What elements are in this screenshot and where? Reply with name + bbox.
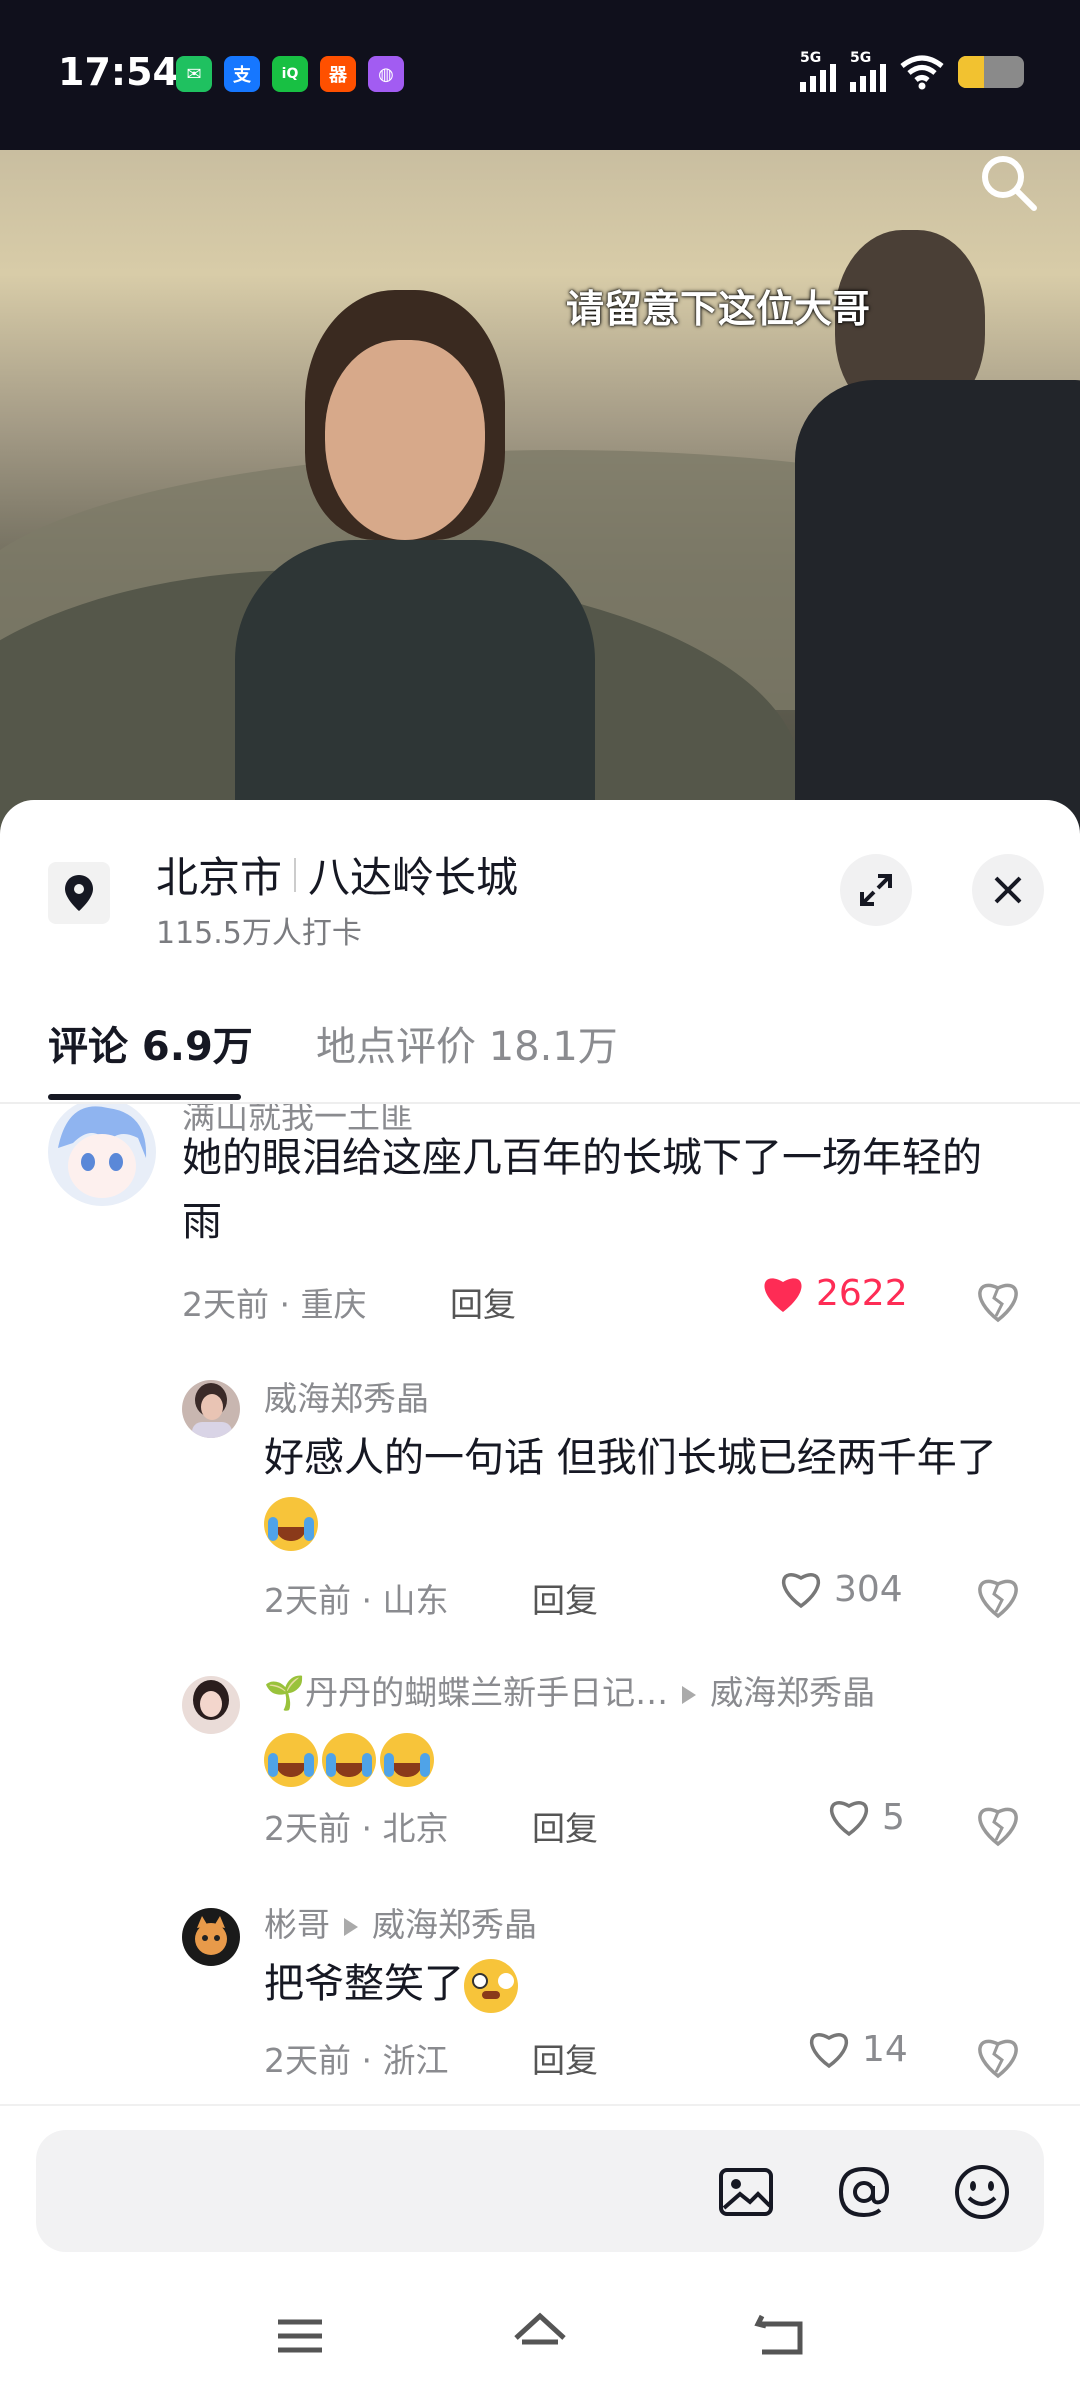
dislike-icon[interactable] <box>974 1572 1022 1620</box>
laugh-cry-emoji-icon <box>380 1733 434 1787</box>
comment-author-line: 🌱丹丹的蝴蝶兰新手日记… 威海郑秀晶 <box>264 1666 875 1714</box>
comment-author[interactable]: 威海郑秀晶 <box>264 1372 429 1420</box>
comment-author-line: 彬哥 威海郑秀晶 <box>264 1898 537 1946</box>
comment-meta: 2天前 · 山东 <box>264 1581 449 1620</box>
search-icon[interactable] <box>976 150 1040 214</box>
reply-arrow-icon <box>682 1685 697 1704</box>
comment-author[interactable]: 彬哥 <box>264 1905 330 1944</box>
person-figure <box>235 290 595 840</box>
comment-input-bar <box>0 2104 1080 2254</box>
comment-meta: 2天前 · 浙江 <box>264 2041 449 2080</box>
blushing-emoji-icon <box>464 1959 518 2013</box>
mention-icon[interactable] <box>834 2162 894 2222</box>
close-button[interactable] <box>972 854 1044 926</box>
reply-button[interactable]: 回复 <box>532 2034 598 2082</box>
tab-comments[interactable]: 评论 6.9万 <box>48 1014 253 1072</box>
like-button[interactable]: 5 <box>826 1796 905 1838</box>
menu-icon[interactable] <box>270 2306 330 2366</box>
status-indicators: 5G 5G <box>800 50 1024 92</box>
location-city: 北京市 <box>156 853 283 902</box>
comment-emojis <box>264 1726 438 1790</box>
comment-author[interactable]: 🌱丹丹的蝴蝶兰新手日记… <box>264 1673 668 1712</box>
alipay-icon: 支 <box>224 56 260 92</box>
like-count: 14 <box>862 2028 908 2070</box>
wifi-icon <box>900 55 944 90</box>
heart-outline-icon <box>809 2033 849 2069</box>
back-icon[interactable] <box>750 2306 810 2366</box>
battery-icon <box>958 56 1024 88</box>
comment-text: 把爷整笑了 <box>264 1952 522 2016</box>
image-icon[interactable] <box>716 2162 776 2222</box>
signal-icon: 5G <box>850 50 886 92</box>
comment-text: 好感人的一句话 但我们长城已经两千年了 <box>264 1426 1024 1554</box>
like-count: 304 <box>834 1568 903 1610</box>
dislike-icon[interactable] <box>974 1276 1022 1324</box>
system-nav-bar <box>0 2280 1080 2400</box>
status-bar: 17:54 ✉ 支 iQ 器 ◍ 5G 5G <box>0 0 1080 150</box>
like-button[interactable]: 304 <box>778 1568 903 1610</box>
comment-meta: 2天前 · 北京 <box>264 1809 449 1848</box>
avatar[interactable] <box>182 1380 240 1438</box>
location-place: 八达岭长城 <box>308 853 519 902</box>
expand-button[interactable] <box>840 854 912 926</box>
heart-outline-icon <box>781 1573 821 1609</box>
comment-input[interactable] <box>36 2130 1044 2252</box>
reply-button[interactable]: 回复 <box>450 1278 516 1326</box>
tab-bar: 评论 6.9万 地点评价 18.1万 <box>0 1014 1080 1104</box>
close-icon <box>994 876 1022 904</box>
app-icon: ◍ <box>368 56 404 92</box>
comment-list[interactable]: 满山就我一土匪 她的眼泪给这座几百年的长城下了一场年轻的雨 2天前 · 重庆 回… <box>0 1104 1080 2104</box>
heart-outline-icon <box>829 1801 869 1837</box>
laugh-cry-emoji-icon <box>264 1733 318 1787</box>
like-button[interactable]: 14 <box>806 2028 908 2070</box>
signal-icon: 5G <box>800 50 836 92</box>
notification-icons: ✉ 支 iQ 器 ◍ <box>176 56 404 92</box>
taobao-icon: 器 <box>320 56 356 92</box>
reply-arrow-icon <box>344 1917 358 1936</box>
video-player[interactable]: 请留意下这位大哥 <box>0 150 1080 840</box>
title-divider <box>294 857 297 892</box>
location-pin-icon <box>48 862 110 924</box>
video-subtitle: 请留意下这位大哥 <box>566 287 871 331</box>
location-title[interactable]: 北京市 八达岭长城 <box>156 844 518 905</box>
iqiyi-icon: iQ <box>272 56 308 92</box>
emoji-icon[interactable] <box>952 2162 1012 2222</box>
home-icon[interactable] <box>510 2306 570 2366</box>
comment-text: 她的眼泪给这座几百年的长城下了一场年轻的雨 <box>182 1135 982 1245</box>
heart-filled-icon <box>764 1278 802 1312</box>
reply-target[interactable]: 威海郑秀晶 <box>372 1905 537 1944</box>
laugh-cry-emoji-icon <box>322 1733 376 1787</box>
checkin-count: 115.5万人打卡 <box>156 916 362 951</box>
like-count: 5 <box>882 1796 905 1838</box>
avatar[interactable] <box>182 1676 240 1734</box>
expand-icon <box>860 874 892 906</box>
status-time: 17:54 <box>58 50 179 94</box>
reply-button[interactable]: 回复 <box>532 1574 598 1622</box>
crying-emoji-icon <box>264 1497 318 1551</box>
tab-place-reviews[interactable]: 地点评价 18.1万 <box>316 1014 618 1072</box>
reply-target[interactable]: 威海郑秀晶 <box>710 1673 875 1712</box>
tab-indicator <box>48 1094 241 1100</box>
wechat-icon: ✉ <box>176 56 212 92</box>
like-count: 2622 <box>816 1272 908 1314</box>
avatar[interactable] <box>182 1908 240 1966</box>
comment-meta: 2天前 · 重庆 <box>182 1285 367 1324</box>
like-button[interactable]: 2622 <box>760 1272 908 1314</box>
dislike-icon[interactable] <box>974 1800 1022 1848</box>
avatar[interactable] <box>48 1104 156 1206</box>
reply-button[interactable]: 回复 <box>532 1802 598 1850</box>
dislike-icon[interactable] <box>974 2032 1022 2080</box>
